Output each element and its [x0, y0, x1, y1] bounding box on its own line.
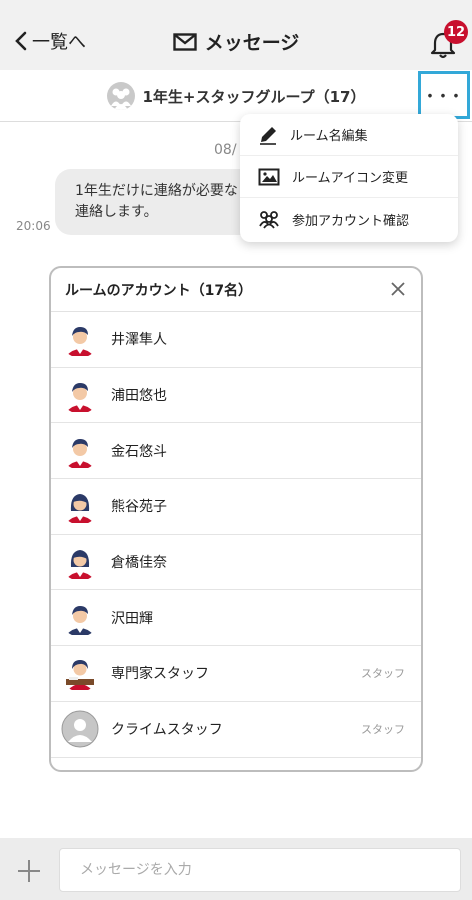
- top-navigation-bar: 一覧へ メッセージ 12: [0, 0, 472, 70]
- menu-item-change-icon[interactable]: ルームアイコン変更: [240, 156, 458, 198]
- image-icon: [258, 168, 280, 185]
- account-row[interactable]: 金石悠斗: [51, 423, 421, 480]
- menu-item-label: 参加アカウント確認: [292, 213, 410, 229]
- page-title: メッセージ: [0, 28, 472, 55]
- account-name: 沢田輝: [111, 610, 153, 627]
- plus-icon[interactable]: [16, 858, 42, 884]
- account-name: 井澤隼人: [111, 332, 167, 349]
- room-accounts-modal: ルームのアカウント（17名） 井澤隼人 浦田悠也 金石悠斗 熊谷苑子 倉橋佳奈: [49, 266, 423, 772]
- menu-item-label: ルーム名編集: [290, 129, 368, 144]
- male-student-icon: [61, 431, 99, 470]
- more-options-button[interactable]: ･･･: [418, 71, 470, 119]
- menu-item-label: ルームアイコン変更: [292, 171, 408, 186]
- account-row[interactable]: 倉橋佳奈: [51, 535, 421, 591]
- account-row[interactable]: 井澤隼人: [51, 312, 421, 368]
- pencil-icon: [260, 126, 276, 145]
- male-student-icon: [61, 320, 99, 359]
- account-name: 熊谷苑子: [111, 499, 167, 516]
- account-row[interactable]: 熊谷苑子: [51, 479, 421, 535]
- close-icon: [391, 282, 405, 296]
- account-list: 井澤隼人 浦田悠也 金石悠斗 熊谷苑子 倉橋佳奈 沢田輝 専門家スタッフ スタッ…: [51, 312, 421, 758]
- menu-item-view-members[interactable]: 参加アカウント確認: [240, 198, 458, 240]
- account-name: 金石悠斗: [111, 443, 167, 460]
- notification-badge: 12: [444, 20, 468, 44]
- account-role: スタッフ: [361, 667, 405, 681]
- group-avatar: [106, 82, 135, 110]
- male-staff-icon: [61, 598, 99, 637]
- account-row[interactable]: 沢田輝: [51, 590, 421, 647]
- default-user-icon: [61, 710, 99, 748]
- modal-title: ルームのアカウント（17名）: [65, 282, 253, 299]
- message-time: 20:06: [16, 219, 51, 233]
- page-title-label: メッセージ: [204, 32, 300, 54]
- room-options-menu: ルーム名編集 ルームアイコン変更 参加アカウント確認: [240, 114, 458, 242]
- close-button[interactable]: [387, 278, 409, 300]
- male-student-icon: [61, 376, 99, 415]
- account-role: スタッフ: [361, 723, 405, 737]
- female-student-icon: [61, 487, 99, 526]
- mail-icon: [172, 32, 197, 51]
- account-row[interactable]: 浦田悠也: [51, 368, 421, 424]
- message-input-bar: [0, 838, 472, 900]
- account-row[interactable]: クライムスタッフ スタッフ: [51, 702, 421, 758]
- message-input[interactable]: [59, 848, 461, 892]
- group-name: 1年生+スタッフグループ（17）: [142, 87, 366, 106]
- people-icon: [259, 211, 279, 229]
- account-name: 浦田悠也: [111, 388, 167, 405]
- date-separator: 08/: [214, 142, 237, 158]
- account-name: クライムスタッフ: [111, 722, 223, 739]
- group-info: 1年生+スタッフグループ（17）: [0, 82, 472, 110]
- account-name: 専門家スタッフ: [111, 666, 209, 683]
- expert-staff-icon: [61, 654, 99, 693]
- account-name: 倉橋佳奈: [111, 555, 167, 572]
- account-row[interactable]: 専門家スタッフ スタッフ: [51, 646, 421, 702]
- menu-item-rename-room[interactable]: ルーム名編集: [240, 114, 458, 156]
- female-student-icon: [61, 543, 99, 582]
- group-people-icon: [110, 88, 131, 110]
- modal-header: ルームのアカウント（17名）: [51, 268, 421, 312]
